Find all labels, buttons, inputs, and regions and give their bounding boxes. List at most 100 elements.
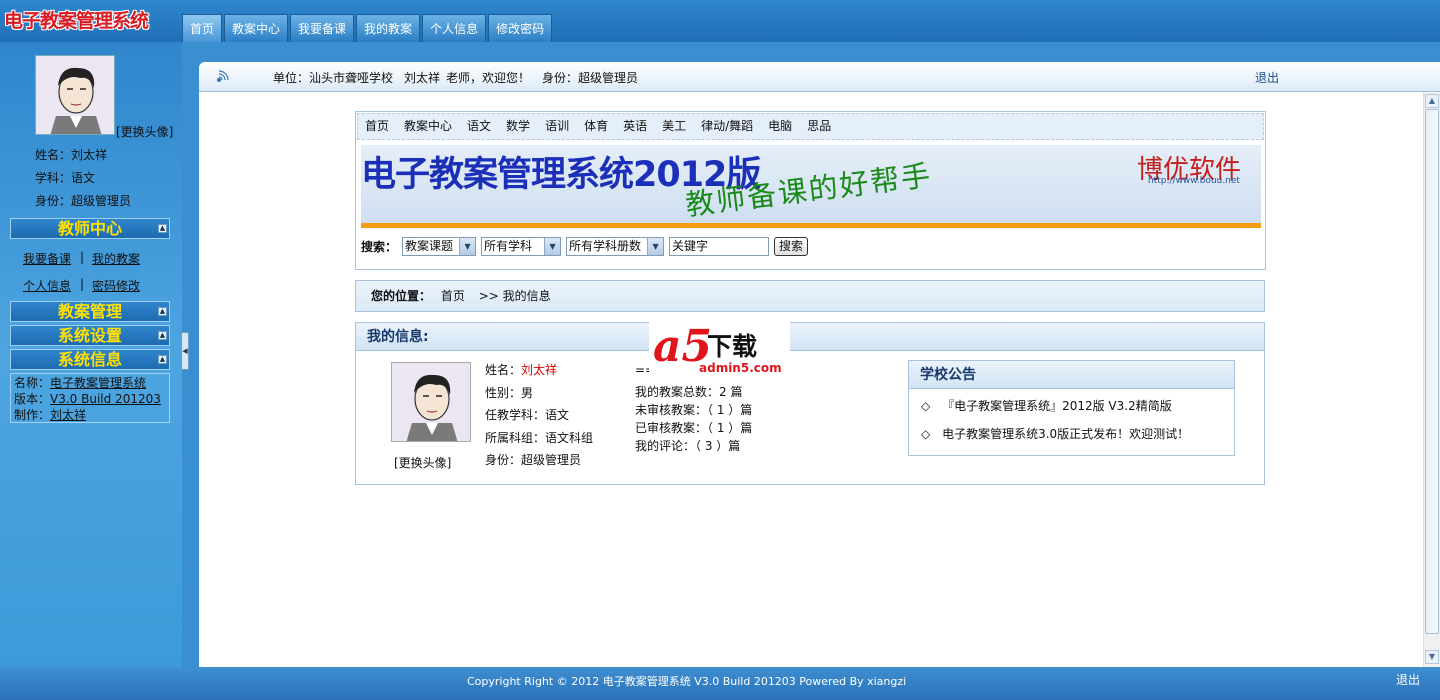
stat-comments: 我的评论：（ 3 ）篇 — [635, 439, 741, 453]
sysinfo-version-label: 版本： — [14, 392, 51, 406]
volume-select[interactable]: 所有学科册数 ▼ — [566, 237, 665, 256]
sysinfo-author-value[interactable]: 刘太祥 — [50, 408, 86, 422]
notice-item[interactable]: ◇ 电子教案管理系统3.0版正式发布！欢迎测试！ — [921, 425, 1189, 442]
sidebar: [更换头像] 姓名：刘太祥 学科：语文 身份：超级管理员 教师中心 ▲ 我要备课… — [0, 42, 182, 667]
subject-nav-morality[interactable]: 思品 — [807, 114, 831, 139]
breadcrumb-home[interactable]: 首页 — [441, 289, 465, 303]
role-value: 超级管理员 — [578, 71, 639, 85]
change-avatar-link[interactable]: [更换头像] — [116, 123, 173, 140]
section-system-info[interactable]: 系统信息 ▲ — [10, 349, 170, 370]
search-type-select[interactable]: 教案课题 ▼ — [402, 237, 477, 256]
section-system-info-label: 系统信息 — [57, 350, 122, 369]
avatar[interactable] — [391, 362, 471, 442]
subject-nav-art[interactable]: 美工 — [662, 114, 686, 139]
top-header: 电子教案管理系统 首页 教案中心 我要备课 我的教案 个人信息 修改密码 — [0, 0, 1440, 42]
subject-nav-english[interactable]: 英语 — [623, 114, 647, 139]
chevron-down-icon: ▼ — [647, 238, 664, 255]
sidebar-link-my-plans[interactable]: 我的教案 — [92, 250, 140, 267]
sidebar-link-prepare[interactable]: 我要备课 — [23, 250, 71, 267]
sidebar-collapse-handle[interactable]: ◀ — [181, 332, 189, 370]
subject-select-value: 所有学科 — [484, 239, 533, 253]
breadcrumb-current: >> 我的信息 — [478, 289, 551, 303]
diamond-bullet-icon: ◇ — [921, 399, 931, 413]
banner: 电子教案管理系统2012版 教师备课的好帮手 博优软件 http://www.b… — [361, 145, 1261, 228]
welcome-user-name: 刘太祥 — [404, 71, 441, 85]
profile-role: 身份：超级管理员 — [485, 453, 582, 467]
profile-name-value: 刘太祥 — [521, 363, 558, 377]
notice-item[interactable]: ◇ 『电子教案管理系统』2012版 V3.2精简版 — [921, 397, 1172, 414]
plan-stats: 我的教案总数：2 篇 未审核教案：（ 1 ）篇 已审核教案：（ 1 ）篇 我的评… — [635, 383, 752, 455]
profile-name-label: 姓名： — [485, 363, 522, 377]
header-panel: 首页 教案中心 语文 数学 语训 体育 英语 美工 律动/舞蹈 电脑 思品 电子… — [355, 111, 1266, 270]
logout-link[interactable]: 退出 — [1255, 69, 1279, 86]
top-nav-my-plans[interactable]: 我的教案 — [356, 14, 421, 42]
my-info-title: 我的信息: — [356, 323, 1264, 351]
broadcast-icon — [217, 70, 229, 82]
notice-item-text[interactable]: 电子教案管理系统3.0版正式发布！欢迎测试！ — [942, 427, 1189, 441]
sidebar-link-personal-info[interactable]: 个人信息 — [23, 277, 71, 294]
subject-nav-speech[interactable]: 语训 — [545, 114, 569, 139]
footer-logout-link[interactable]: 退出 — [1396, 671, 1420, 688]
watermark-text: 下载 — [707, 332, 758, 361]
sysinfo-name-value[interactable]: 电子教案管理系统 — [50, 376, 146, 390]
search-button[interactable]: 搜索 — [774, 237, 809, 256]
sysinfo-version-value[interactable]: V3.0 Build 201203 — [50, 392, 161, 406]
sysinfo-name-row: 名称：电子教案管理系统 — [14, 375, 166, 391]
watermark-url: admin5.com — [699, 361, 782, 375]
subject-nav-home[interactable]: 首页 — [365, 114, 389, 139]
stat-total-plans: 我的教案总数：2 篇 — [635, 385, 743, 399]
profile-details: 姓名：刘太祥 性别：男 任教学科：语文 所属科组：语文科组 身份：超级管理员 — [485, 359, 593, 472]
chevron-down-icon: ▼ — [459, 238, 476, 255]
subject-nav: 首页 教案中心 语文 数学 语训 体育 英语 美工 律动/舞蹈 电脑 思品 — [357, 113, 1264, 140]
scroll-thumb[interactable] — [1425, 109, 1439, 634]
subject-nav-plan-center[interactable]: 教案中心 — [404, 114, 452, 139]
avatar-illustration — [392, 363, 470, 441]
top-nav-plan-center[interactable]: 教案中心 — [224, 14, 289, 42]
sysinfo-author-row: 制作：刘太祥 — [14, 407, 166, 423]
subject-nav-dance[interactable]: 律动/舞蹈 — [701, 114, 753, 139]
keyword-input[interactable]: 关键字 — [669, 237, 770, 256]
collapse-toggle-icon[interactable]: ▲ — [158, 355, 167, 364]
scroll-up-icon[interactable]: ▲ — [1425, 94, 1439, 108]
subject-select[interactable]: 所有学科 ▼ — [481, 237, 562, 256]
collapse-toggle-icon[interactable]: ▲ — [158, 307, 167, 316]
profile-subject: 任教学科：语文 — [485, 408, 570, 422]
section-system-settings[interactable]: 系统设置 ▲ — [10, 325, 170, 346]
chevron-down-icon: ▼ — [544, 238, 561, 255]
top-nav: 首页 教案中心 我要备课 我的教案 个人信息 修改密码 — [182, 14, 553, 42]
breadcrumb-label: 您的位置： — [371, 289, 432, 303]
system-info-box: 名称：电子教案管理系统 版本：V3.0 Build 201203 制作：刘太祥 — [10, 373, 170, 423]
section-teacher-center[interactable]: 教师中心 ▲ — [10, 218, 170, 239]
collapse-toggle-icon[interactable]: ▲ — [158, 224, 167, 233]
user-name-line: 姓名：刘太祥 — [35, 148, 108, 162]
stat-unreviewed: 未审核教案：（ 1 ）篇 — [635, 403, 753, 417]
notice-title: 学校公告 — [909, 361, 1234, 389]
top-nav-change-password[interactable]: 修改密码 — [488, 14, 553, 42]
section-system-settings-label: 系统设置 — [57, 326, 122, 345]
diamond-bullet-icon: ◇ — [921, 427, 931, 441]
top-nav-personal-info[interactable]: 个人信息 — [422, 14, 487, 42]
search-bar: 搜索： 教案课题 ▼ 所有学科 ▼ 所有学科册数 ▼ 关键字 搜索 — [361, 237, 809, 256]
my-info-panel: 我的信息: [更换头像] 姓名：刘太祥 性别：男 任教学科：语文 所属科组：语文… — [355, 322, 1265, 485]
section-plan-management[interactable]: 教案管理 ▲ — [10, 301, 170, 322]
subject-nav-chinese[interactable]: 语文 — [467, 114, 491, 139]
profile-name-row: 姓名：刘太祥 — [485, 359, 593, 382]
user-role-line: 身份：超级管理员 — [35, 194, 132, 208]
avatar[interactable] — [35, 55, 115, 135]
app-logo: 电子教案管理系统 — [4, 10, 149, 32]
link-separator: | — [80, 250, 85, 264]
profile-gender: 性别：男 — [485, 385, 534, 400]
subject-nav-computer[interactable]: 电脑 — [768, 114, 792, 139]
subject-nav-math[interactable]: 数学 — [506, 114, 530, 139]
collapse-toggle-icon[interactable]: ▲ — [158, 331, 167, 340]
welcome-greeting: 老师，欢迎您！ — [446, 71, 531, 85]
vertical-scrollbar[interactable]: ▲ ▼ — [1423, 92, 1440, 667]
subject-nav-pe[interactable]: 体育 — [584, 114, 608, 139]
avatar-illustration — [36, 56, 114, 134]
top-nav-home[interactable]: 首页 — [182, 14, 223, 42]
top-nav-prepare[interactable]: 我要备课 — [290, 14, 355, 42]
change-avatar-link[interactable]: [更换头像] — [394, 454, 451, 471]
sidebar-link-password[interactable]: 密码修改 — [92, 277, 140, 294]
scroll-down-icon[interactable]: ▼ — [1425, 650, 1439, 664]
notice-item-text[interactable]: 『电子教案管理系统』2012版 V3.2精简版 — [942, 399, 1172, 413]
